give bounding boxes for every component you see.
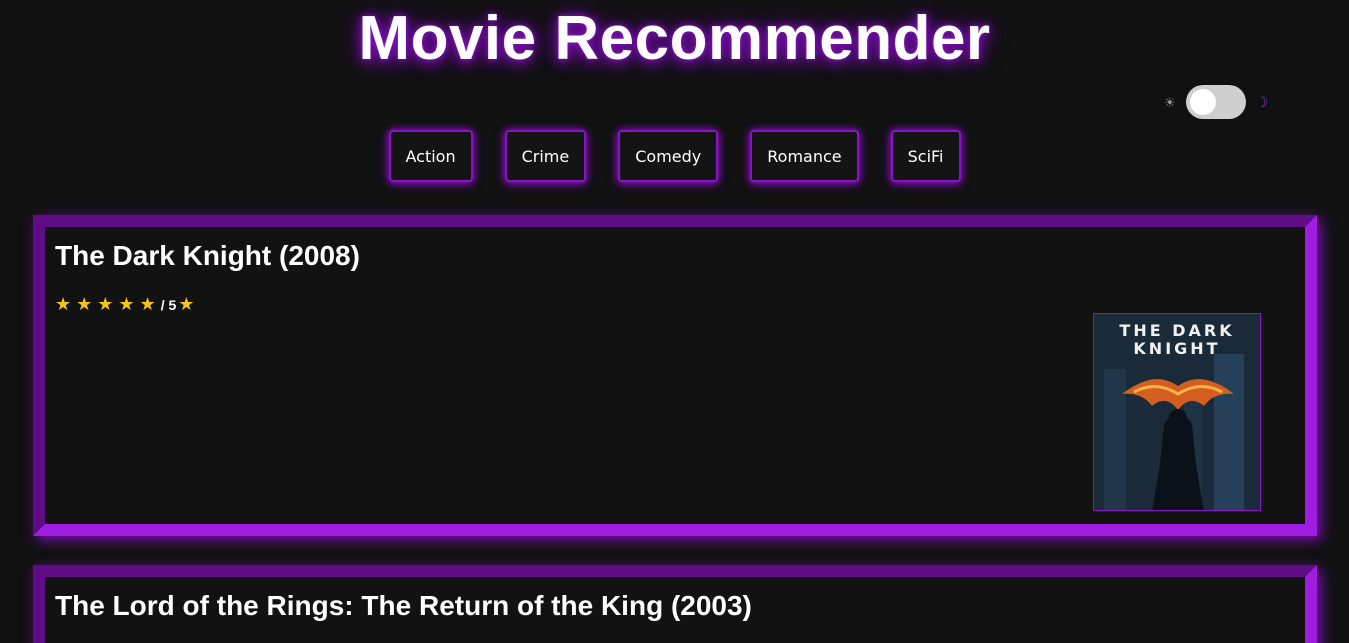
moon-icon: ☽ <box>1255 94 1269 110</box>
genre-button-action[interactable]: Action <box>388 130 473 182</box>
movie-poster[interactable]: THE DARK KNIGHT <box>1093 313 1261 511</box>
genre-button-romance[interactable]: Romance <box>750 130 859 182</box>
dark-mode-switch[interactable] <box>1185 85 1246 119</box>
movie-card[interactable]: The Lord of the Rings: The Return of the… <box>33 565 1317 643</box>
poster-title: THE DARK KNIGHT <box>1119 321 1235 358</box>
genre-button-crime[interactable]: Crime <box>504 130 587 182</box>
theme-toggle[interactable]: ☀ ☽ <box>1164 85 1268 119</box>
movie-card[interactable]: The Dark Knight (2008) ★ ★ ★ ★ ★ / 5 ★ T… <box>33 215 1317 536</box>
toggle-knob[interactable] <box>1189 89 1216 115</box>
page-title: Movie Recommender <box>358 4 991 73</box>
rating-scale: / 5 <box>160 296 177 313</box>
genre-filter-bar: Action Crime Comedy Romance SciFi <box>0 130 1349 182</box>
genre-button-comedy[interactable]: Comedy <box>618 130 719 182</box>
rating-stars: ★ ★ ★ ★ ★ <box>55 294 156 314</box>
genre-button-scifi[interactable]: SciFi <box>890 130 961 182</box>
movie-title: The Lord of the Rings: The Return of the… <box>55 590 752 621</box>
movie-recommender-page: Movie Recommender ☀ ☽ Action Crime Comed… <box>0 0 1349 643</box>
rating-star-icon: ★ <box>178 294 195 314</box>
sun-icon: ☀ <box>1164 94 1176 110</box>
movie-title: The Dark Knight (2008) <box>55 240 360 271</box>
movie-rating: ★ ★ ★ ★ ★ / 5 ★ <box>55 294 197 315</box>
